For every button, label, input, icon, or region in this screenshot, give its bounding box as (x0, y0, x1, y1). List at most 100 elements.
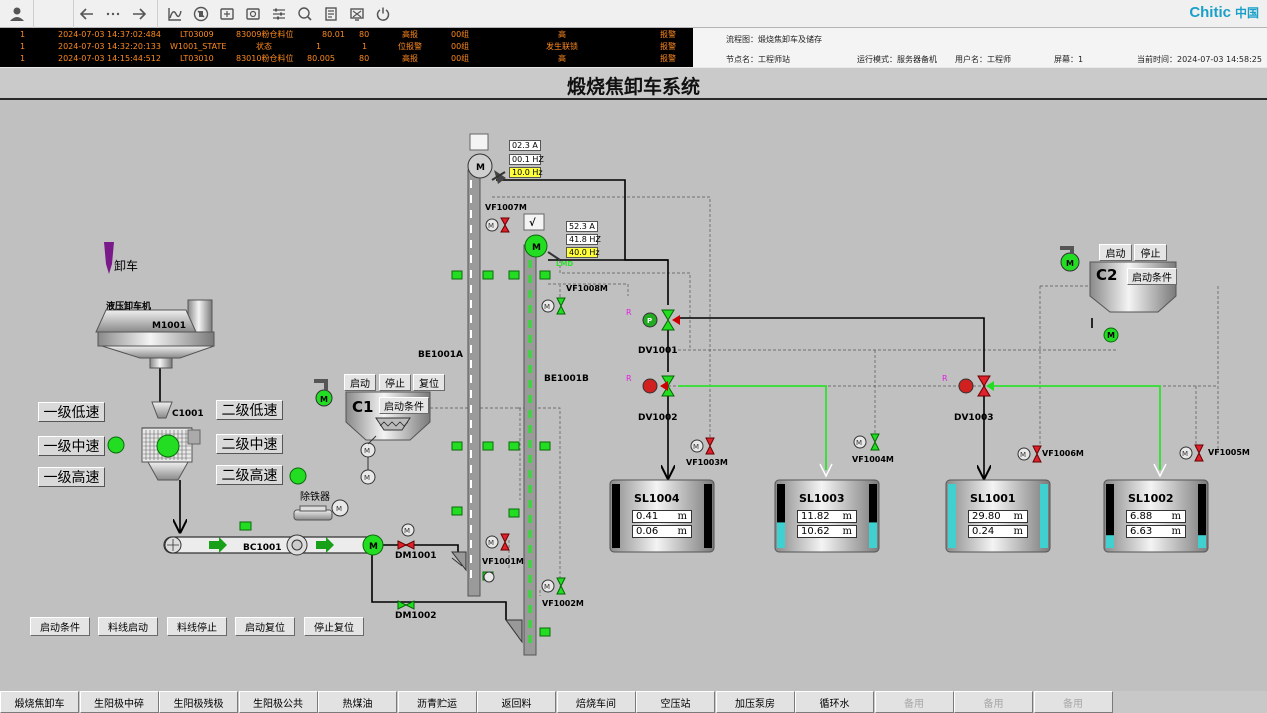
c2-start-condition-button[interactable]: 启动条件 (1127, 268, 1177, 285)
silo-unit: m (842, 511, 852, 522)
silo-level-value: 6.63 m (1126, 525, 1186, 538)
l2-high-speed-button[interactable]: 二级高速 (216, 465, 283, 485)
nav-tab[interactable]: 生阳极中碎 (79, 691, 159, 713)
remote-flag: R (626, 308, 632, 317)
active-flow-lines (678, 385, 1161, 470)
c2-start-button[interactable]: 启动 (1099, 244, 1132, 261)
report-icon[interactable] (318, 2, 344, 26)
alarm-row[interactable]: 1 2024-07-03 14:37:02:484 LT03009 83009粉仓料位… (0, 29, 693, 41)
level-fill (1040, 484, 1048, 548)
nav-tab[interactable]: 沥青贮运 (397, 691, 477, 713)
more-icon[interactable] (100, 2, 126, 26)
alarm-mute-icon[interactable] (188, 2, 214, 26)
alarm-row[interactable]: 1 2024-07-03 14:15:44:512 LT03010 83010粉仓料位… (0, 53, 693, 65)
title-bar: 煅烧焦卸车系统 (0, 67, 1267, 100)
valve-vf1005m[interactable] (1194, 444, 1204, 462)
line-stop-button[interactable]: 料线停止 (167, 617, 227, 636)
nav-tab[interactable]: 煅烧焦卸车 (0, 691, 79, 713)
status-info-bar: 流程图：煅烧焦卸车及储存 节点名：工程师站 运行模式：服务器备机 用户名：工程师… (693, 28, 1267, 67)
nav-tab[interactable]: 热煤油 (318, 691, 397, 713)
line-start-button[interactable]: 料线启动 (98, 617, 158, 636)
trend-icon[interactable] (162, 2, 188, 26)
c1-reset-button[interactable]: 复位 (413, 374, 445, 391)
level-fill (869, 522, 877, 548)
tuning-icon[interactable] (266, 2, 292, 26)
valve-vf1001m[interactable] (500, 533, 510, 551)
c1-start-button[interactable]: 启动 (344, 374, 376, 391)
silo-level-value: 10.62 m (797, 525, 857, 538)
nav-tab[interactable]: 返回料 (477, 691, 556, 713)
dv1003-label: DV1003 (954, 413, 994, 423)
silo-name: SL1002 (1128, 492, 1174, 505)
c2-stop-button[interactable]: 停止 (1134, 244, 1167, 261)
freq-readout-a: 00.1 HZ (509, 154, 544, 165)
silo-value-text: 6.88 (1130, 511, 1153, 522)
start-condition-button[interactable]: 启动条件 (30, 617, 90, 636)
motor-letter: M (369, 542, 378, 552)
valve-vf1002m[interactable] (556, 577, 566, 595)
nav-tab[interactable]: 空压站 (636, 691, 715, 713)
back-icon[interactable] (74, 2, 100, 26)
motor-letter: M (1066, 259, 1074, 268)
flow-name: 流程图：煅烧焦卸车及储存 (726, 35, 822, 44)
valve-vf1007m[interactable] (500, 217, 510, 233)
motor-letter: M (1107, 331, 1115, 340)
toolbar: Chitic 中国 (0, 0, 1267, 28)
valve-dm1001[interactable] (397, 540, 415, 550)
unload-marker (104, 242, 114, 274)
motor-letter: M (532, 243, 541, 253)
vf1003m-label: VF1003M (686, 458, 728, 467)
bucket-elevator-be1001a[interactable] (450, 169, 481, 597)
alarm-list[interactable]: 1 2024-07-03 14:37:02:484 LT03009 83009粉仓料位… (0, 28, 693, 67)
motor-letter: M (1020, 451, 1026, 459)
forward-icon[interactable] (126, 2, 152, 26)
nav-tab: 备用 (954, 691, 1033, 713)
diverter-dv1003[interactable] (958, 375, 994, 397)
valve-vf1004m[interactable] (870, 433, 880, 451)
start-reset-button[interactable]: 启动复位 (235, 617, 295, 636)
nav-tab[interactable]: 生阳极公共 (238, 691, 318, 713)
level-gauge (612, 484, 620, 548)
l2-mid-speed-button[interactable]: 二级中速 (216, 434, 283, 454)
freq-setpoint-b[interactable]: 40.0 Hz (566, 247, 600, 258)
c1-start-condition-button[interactable]: 启动条件 (379, 397, 429, 414)
silo-unit: m (1171, 511, 1181, 522)
valve-vf1008m[interactable] (556, 297, 566, 315)
silo-level-value: 11.82 m (797, 510, 857, 523)
c2-label: C2 (1096, 266, 1117, 284)
power-icon[interactable] (370, 2, 396, 26)
l2-low-speed-button[interactable]: 二级低速 (216, 400, 283, 420)
iron-remover[interactable] (293, 505, 333, 521)
c1-stop-button[interactable]: 停止 (379, 374, 411, 391)
current-time: 当前时间：2024-07-03 14:58:25 (1137, 55, 1262, 64)
user-icon[interactable] (0, 0, 34, 28)
remote-flag: R (626, 374, 632, 383)
motor-letter: M (856, 439, 862, 447)
l1-high-speed-button[interactable]: 一级高速 (38, 467, 105, 487)
l1-low-speed-button[interactable]: 一级低速 (38, 402, 105, 422)
device-icon[interactable] (240, 2, 266, 26)
nav-tab[interactable]: 循环水 (795, 691, 874, 713)
valve-vf1006m[interactable] (1032, 445, 1042, 463)
silo-unit: m (1171, 526, 1181, 537)
flow-arrow-ends (819, 463, 1167, 478)
silo-level-value: 0.06 m (632, 525, 692, 538)
graphic-icon[interactable] (214, 2, 240, 26)
valve-vf1003m[interactable] (705, 437, 715, 455)
user-name: 用户名：工程师 (955, 55, 1011, 64)
silo-value-text: 29.80 (972, 511, 1001, 522)
l1-mid-speed-button[interactable]: 一级中速 (38, 436, 105, 456)
run-check: √ (529, 217, 536, 229)
silo-unit: m (1013, 511, 1023, 522)
nav-tab[interactable]: 加压泵房 (715, 691, 795, 713)
nav-tab[interactable]: 焙烧车间 (556, 691, 636, 713)
stop-reset-button[interactable]: 停止复位 (304, 617, 364, 636)
status-light (289, 467, 307, 485)
screen-capture-icon[interactable] (344, 2, 370, 26)
alarm-row[interactable]: 1 2024-07-03 14:32:20:133 W1001_STATE 状态 1 1 位… (0, 41, 693, 53)
freq-setpoint-a[interactable]: 10.0 Hz (509, 167, 543, 178)
silo-value-text: 10.62 (801, 526, 830, 537)
lmd-label: LMD (556, 260, 573, 268)
nav-tab[interactable]: 生阳极残极 (159, 691, 238, 713)
search-trend-icon[interactable] (292, 2, 318, 26)
